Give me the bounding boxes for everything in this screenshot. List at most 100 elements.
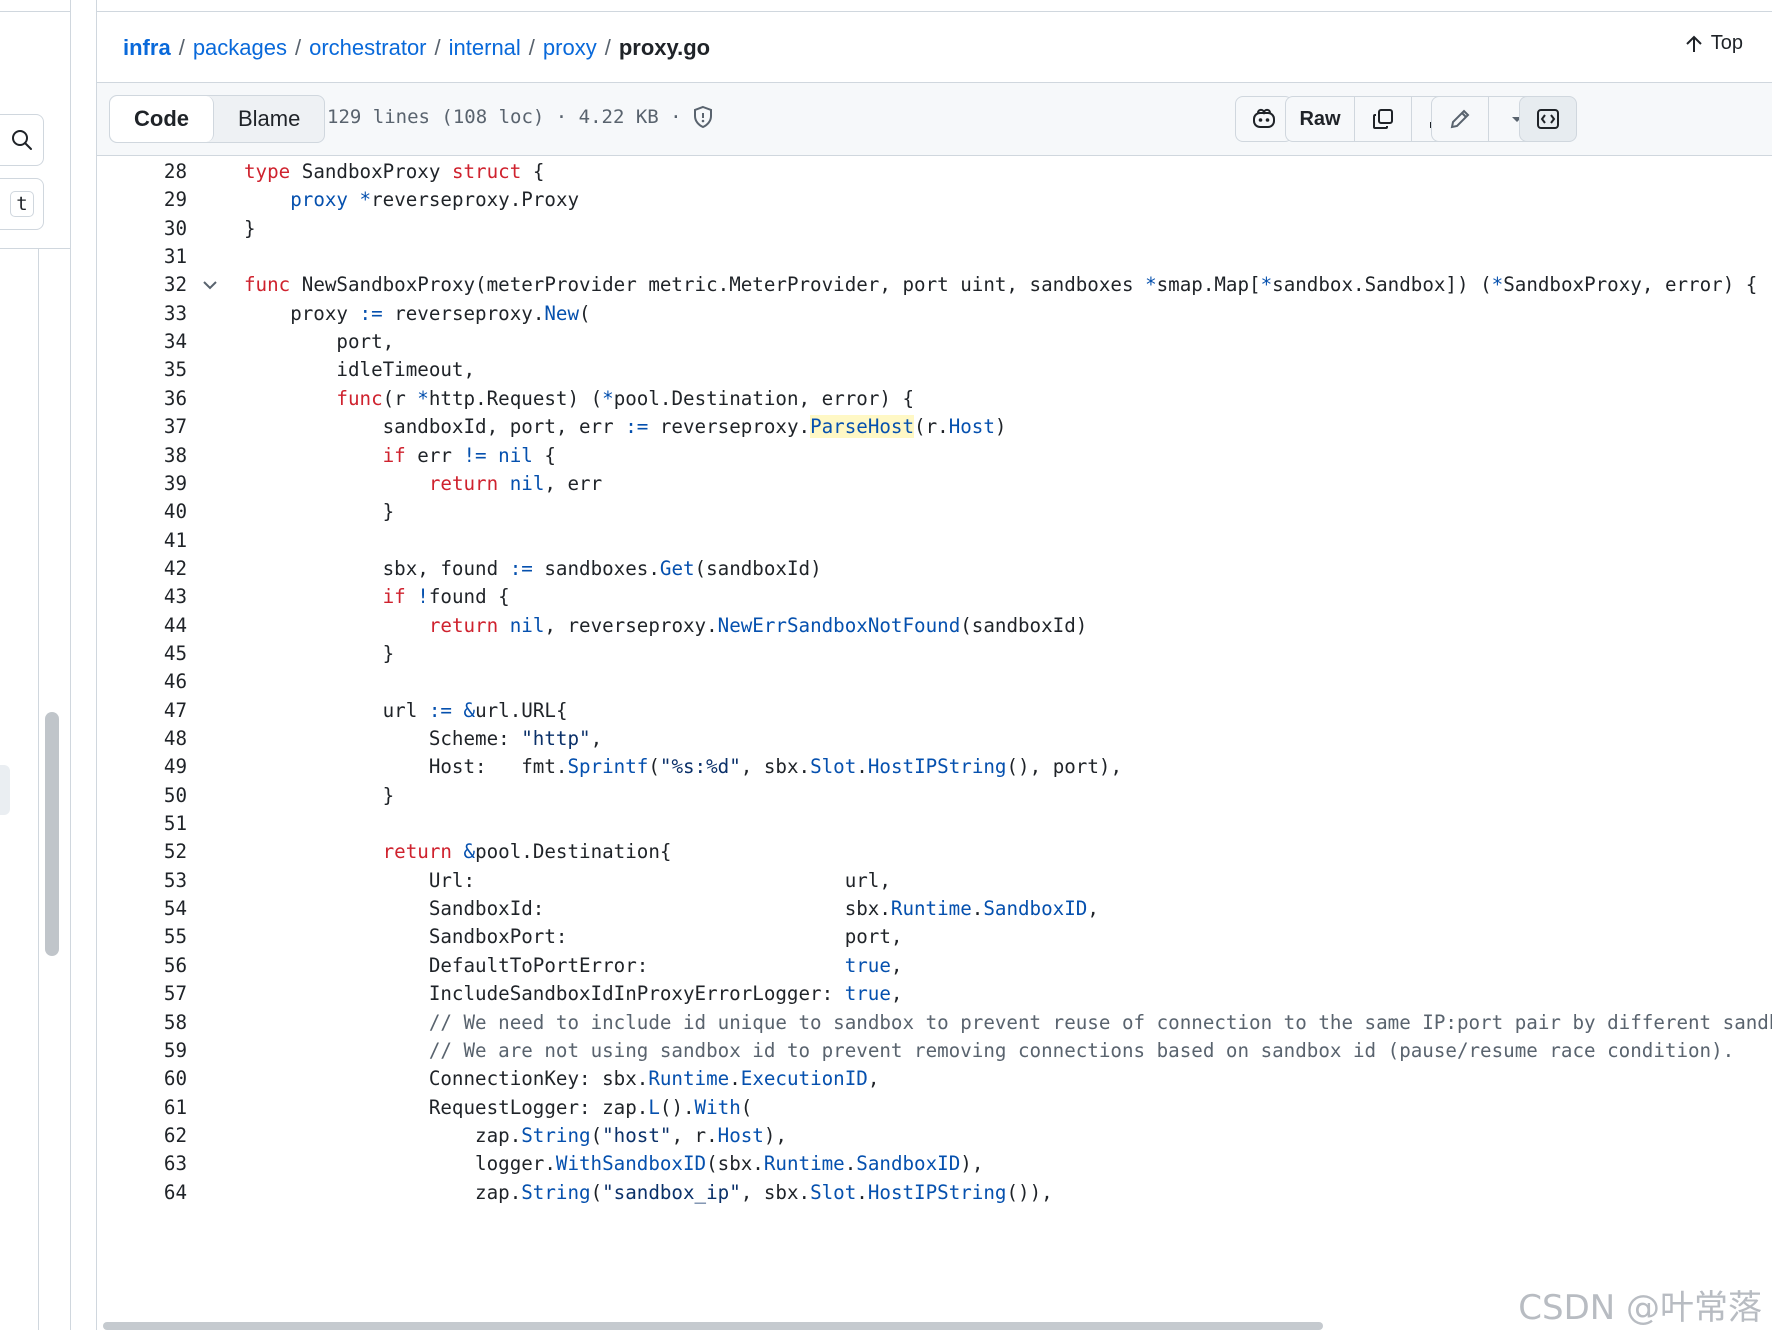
- code-line: 32 func NewSandboxProxy(meterProvider met…: [97, 269, 1772, 301]
- code-text: if !found {: [382, 585, 510, 609]
- line-number[interactable]: 36: [97, 383, 187, 415]
- breadcrumb-item-packages[interactable]: packages: [193, 35, 287, 61]
- line-number[interactable]: 32: [97, 269, 187, 301]
- line-number[interactable]: 39: [97, 468, 187, 500]
- line-number[interactable]: 59: [97, 1035, 187, 1067]
- line-number[interactable]: 29: [97, 184, 187, 216]
- tree-divider: [38, 248, 39, 1330]
- line-number[interactable]: 30: [97, 213, 187, 245]
- line-number[interactable]: 64: [97, 1177, 187, 1209]
- code-line: 31: [97, 241, 1772, 273]
- file-search-button[interactable]: [0, 114, 44, 166]
- code-square-icon: [1537, 109, 1559, 129]
- code-text: }: [244, 641, 395, 665]
- line-number[interactable]: 56: [97, 950, 187, 982]
- code-line: 50 }: [97, 780, 1772, 812]
- line-number[interactable]: 45: [97, 638, 187, 670]
- line-number[interactable]: 63: [97, 1148, 187, 1180]
- code-line: 55 SandboxPort: port,: [97, 921, 1772, 953]
- edit-file-button[interactable]: [1432, 97, 1488, 141]
- code-text: url := &url.URL{: [244, 698, 568, 722]
- line-number[interactable]: 51: [97, 808, 187, 840]
- copilot-button-inner[interactable]: [1236, 97, 1292, 141]
- line-number[interactable]: 48: [97, 723, 187, 755]
- code-line: 45 }: [97, 638, 1772, 670]
- line-number[interactable]: 49: [97, 751, 187, 783]
- line-number[interactable]: 60: [97, 1063, 187, 1095]
- code-text: IncludeSandboxIdInProxyErrorLogger: true…: [244, 982, 903, 1006]
- line-number[interactable]: 57: [97, 978, 187, 1010]
- copy-raw-button[interactable]: [1354, 97, 1411, 141]
- raw-button[interactable]: Raw: [1286, 97, 1354, 141]
- file-meta: 129 lines (108 loc) · 4.22 KB ·: [327, 105, 714, 129]
- code-text: idleTimeout,: [244, 358, 476, 382]
- sidebar-scrollbar[interactable]: [45, 712, 59, 956]
- code-line: 63 logger.WithSandboxID(sbx.Runtime.Sand…: [97, 1148, 1772, 1180]
- code-text: type SandboxProxy struct {: [244, 160, 545, 183]
- code-view[interactable]: 28 type SandboxProxy struct {29 proxy *re…: [97, 156, 1772, 1320]
- code-text: }: [244, 500, 395, 524]
- file-stats: 129 lines (108 loc) · 4.22 KB ·: [327, 106, 682, 128]
- divider: [97, 11, 1772, 12]
- horizontal-scrollbar[interactable]: [103, 1322, 1323, 1330]
- line-number[interactable]: 44: [97, 610, 187, 642]
- line-number[interactable]: 58: [97, 1007, 187, 1039]
- code-line: 28 type SandboxProxy struct {: [97, 156, 1772, 188]
- tab-code[interactable]: Code: [110, 96, 214, 142]
- line-number[interactable]: 41: [97, 525, 187, 557]
- line-number[interactable]: 54: [97, 893, 187, 925]
- breadcrumb-item-internal[interactable]: internal: [449, 35, 521, 61]
- line-number[interactable]: 42: [97, 553, 187, 585]
- line-number[interactable]: 43: [97, 581, 187, 613]
- back-to-top-button[interactable]: Top: [1685, 32, 1743, 55]
- line-number[interactable]: 38: [97, 440, 187, 472]
- breadcrumb-separator: /: [434, 35, 441, 60]
- search-icon: [12, 130, 32, 150]
- line-number[interactable]: 28: [97, 156, 187, 188]
- breadcrumb-item-proxy[interactable]: proxy: [543, 35, 597, 61]
- symbols-panel-toggle[interactable]: [1519, 96, 1577, 142]
- code-text: DefaultToPortError: true,: [244, 953, 903, 977]
- code-line: 62 zap.String("host", r.Host),: [97, 1120, 1772, 1152]
- code-line: 44 return nil, reverseproxy.NewErrSandbo…: [97, 610, 1772, 642]
- line-number[interactable]: 50: [97, 780, 187, 812]
- line-number[interactable]: 40: [97, 496, 187, 528]
- line-number[interactable]: 37: [97, 411, 187, 443]
- line-number[interactable]: 55: [97, 921, 187, 953]
- copy-icon: [1373, 109, 1393, 129]
- code-line: 49 Host: fmt.Sprintf("%s:%d", sbx.Slot.H…: [97, 751, 1772, 783]
- breadcrumb-item-infra[interactable]: infra: [123, 35, 171, 61]
- line-number[interactable]: 33: [97, 298, 187, 330]
- left-sidebar: t: [0, 0, 71, 1330]
- go-to-file-shortcut[interactable]: t: [0, 178, 44, 230]
- line-number[interactable]: 47: [97, 695, 187, 727]
- code-text: ConnectionKey: sbx.Runtime.ExecutionID,: [244, 1067, 880, 1091]
- shortcut-key: t: [10, 191, 34, 217]
- code-line: 46: [97, 666, 1772, 698]
- code-text: }: [244, 216, 256, 240]
- breadcrumb-item-orchestrator[interactable]: orchestrator: [309, 35, 426, 61]
- line-number[interactable]: 62: [97, 1120, 187, 1152]
- tab-blame[interactable]: Blame: [214, 96, 324, 142]
- line-number[interactable]: 35: [97, 354, 187, 386]
- code-line: 42 sbx, found := sandboxes.Get(sandboxId…: [97, 553, 1772, 585]
- code-text: Host: fmt.Sprintf("%s:%d", sbx.Slot.Host…: [244, 755, 1123, 779]
- line-number[interactable]: 61: [97, 1092, 187, 1124]
- breadcrumb-separator: /: [604, 35, 611, 60]
- watermark: CSDN @叶常落: [1518, 1288, 1762, 1328]
- code-text: // We need to include id unique to sandb…: [428, 1010, 1772, 1034]
- back-to-top-label: Top: [1710, 32, 1743, 54]
- line-number[interactable]: 46: [97, 666, 187, 698]
- line-number[interactable]: 53: [97, 865, 187, 897]
- shield-icon[interactable]: [692, 105, 714, 129]
- divider: [0, 248, 70, 249]
- symbols-toggle-inner[interactable]: [1520, 97, 1576, 141]
- line-number[interactable]: 34: [97, 326, 187, 358]
- divider: [0, 11, 70, 12]
- code-text: }: [244, 783, 395, 807]
- active-tree-item[interactable]: [0, 765, 10, 815]
- line-number[interactable]: 52: [97, 836, 187, 868]
- code-text: return nil, err: [428, 471, 603, 495]
- line-number[interactable]: 31: [97, 241, 187, 273]
- code-line: 64 zap.String("sandbox_ip", sbx.Slot.Hos…: [97, 1177, 1772, 1209]
